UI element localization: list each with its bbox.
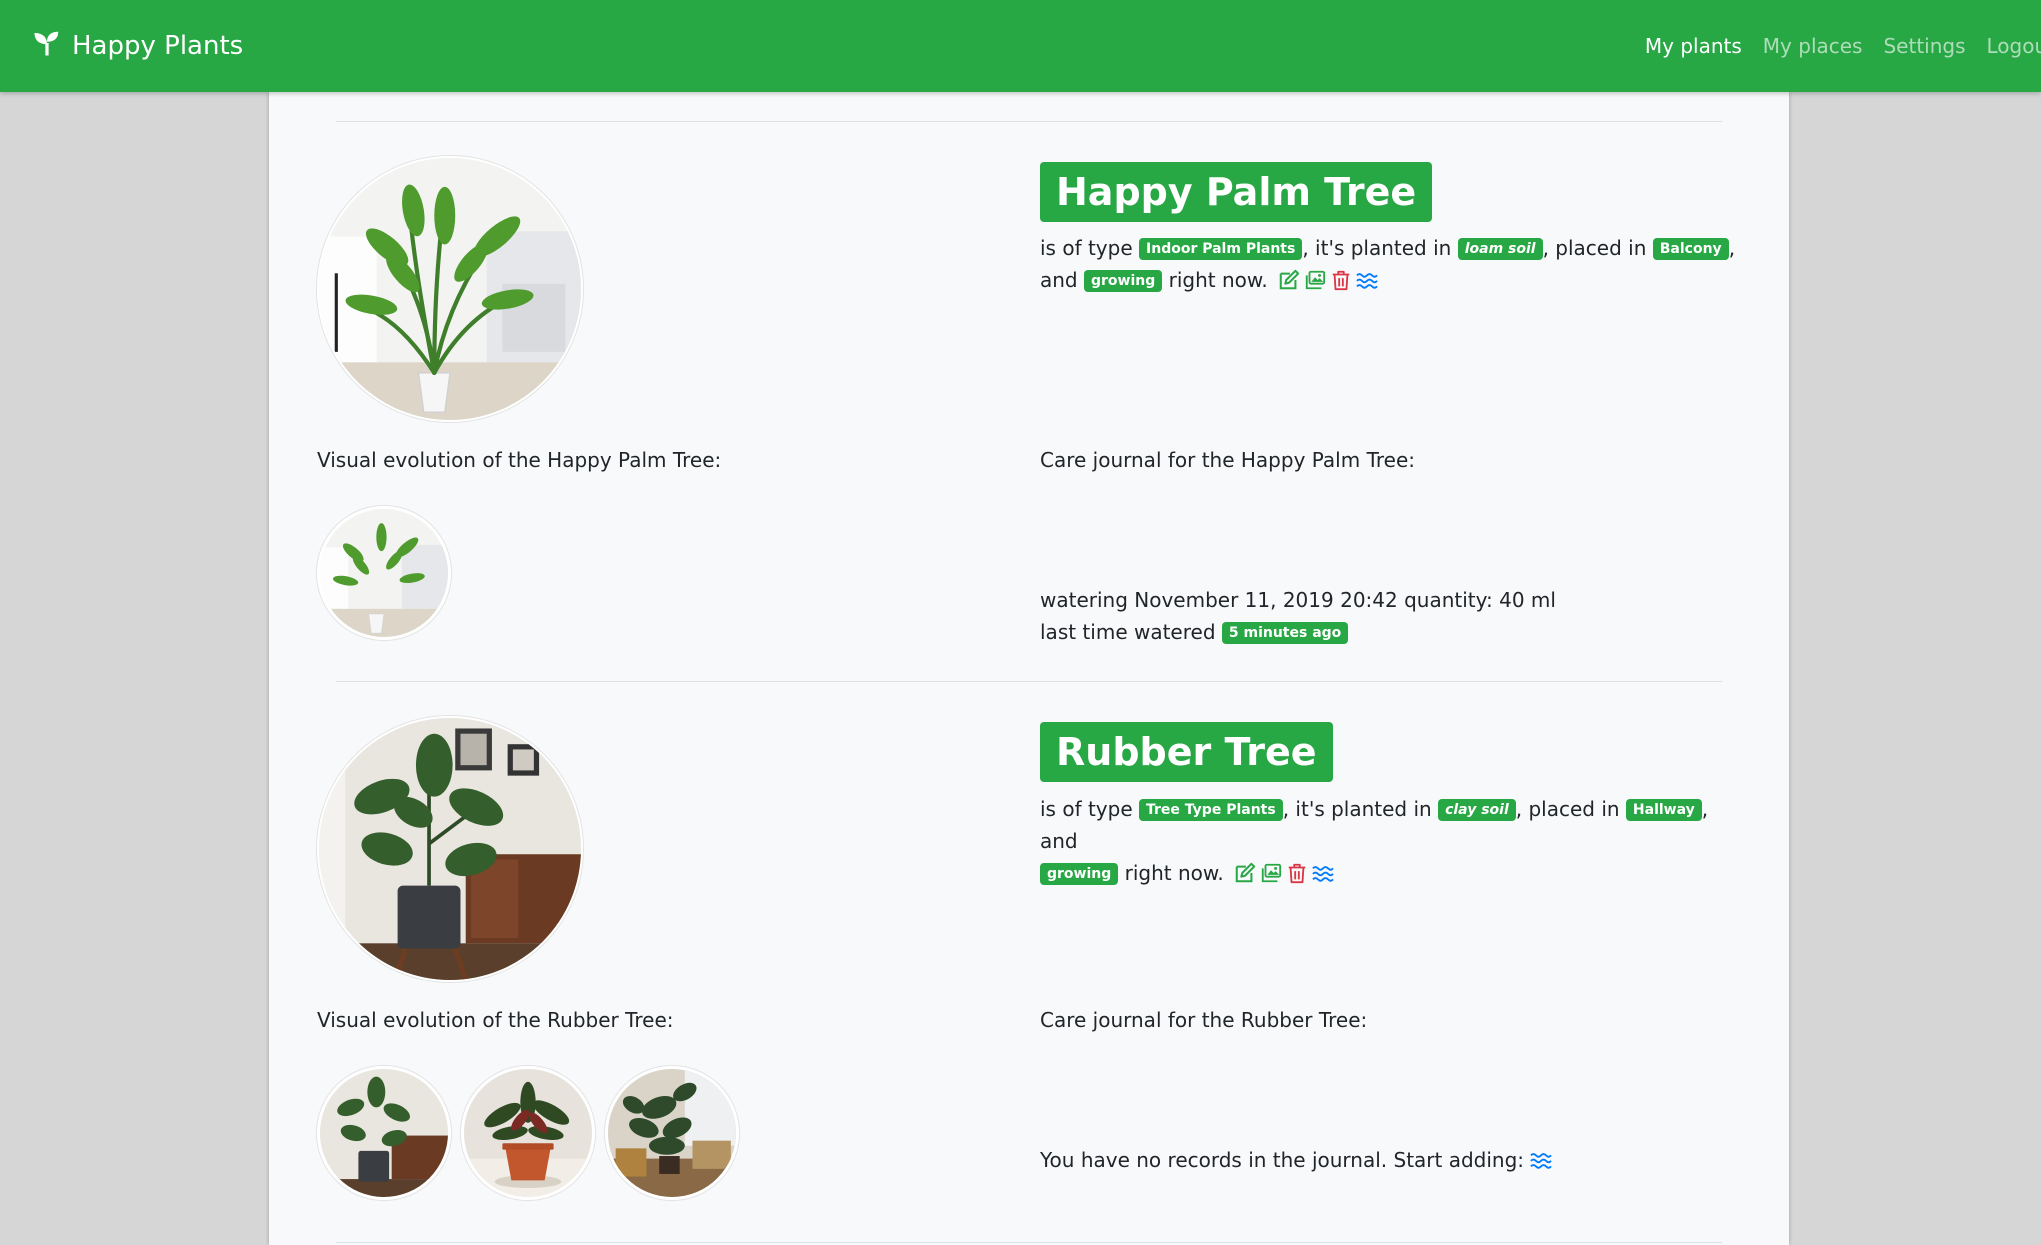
sprout-icon [32, 28, 72, 65]
soil-badge: loam soil [1457, 238, 1543, 260]
last-watered-label: last time watered [1040, 620, 1222, 644]
trash-icon[interactable] [1286, 862, 1308, 884]
journal-empty-message: You have no records in the journal. Star… [1040, 1146, 1552, 1174]
gallery-icon[interactable] [1304, 269, 1326, 291]
brand-link[interactable]: Happy Plants [32, 26, 243, 66]
last-watered-badge: 5 minutes ago [1221, 622, 1349, 644]
desc-text: is of type [1040, 236, 1140, 260]
desc-text: , [1728, 236, 1736, 260]
desc-text: right now. [1118, 861, 1224, 885]
place-badge: Balcony [1652, 238, 1729, 260]
plant-description: is of type Indoor Palm Plants, it's plan… [1040, 232, 1740, 296]
nav-settings[interactable]: Settings [1883, 34, 1965, 58]
last-watered: last time watered 5 minutes ago [1040, 618, 1349, 646]
desc-text: right now. [1162, 268, 1268, 292]
evolution-thumbnail[interactable] [317, 1066, 451, 1200]
navbar: Happy Plants My plants My places Setting… [0, 0, 2041, 92]
plant-description: is of type Tree Type Plants, it's plante… [1040, 793, 1740, 889]
journal-label: Care journal for the Rubber Tree: [1040, 1008, 1368, 1032]
divider [336, 121, 1722, 122]
plant-type-badge: Indoor Palm Plants [1139, 238, 1303, 260]
desc-text: is of type [1040, 797, 1140, 821]
divider [336, 681, 1722, 682]
evolution-thumbnail[interactable] [461, 1066, 595, 1200]
plant-type-badge: Tree Type Plants [1139, 799, 1283, 821]
trash-icon[interactable] [1330, 269, 1352, 291]
desc-text: , placed in [1542, 236, 1653, 260]
journal-entry: watering November 11, 2019 20:42 quantit… [1040, 588, 1556, 612]
gallery-icon[interactable] [1260, 862, 1282, 884]
evolution-label: Visual evolution of the Happy Palm Tree: [317, 448, 722, 472]
evolution-label: Visual evolution of the Rubber Tree: [317, 1008, 674, 1032]
plant-name: Rubber Tree [1040, 722, 1333, 782]
plant-photo-rubber-tree [317, 716, 583, 982]
divider [336, 1242, 1722, 1243]
water-icon[interactable] [1530, 1149, 1552, 1171]
journal-label: Care journal for the Happy Palm Tree: [1040, 448, 1415, 472]
edit-icon[interactable] [1278, 269, 1300, 291]
water-icon[interactable] [1356, 269, 1378, 291]
place-badge: Hallway [1625, 799, 1702, 821]
nav-links: My plants My places Settings Logout [1624, 0, 2041, 92]
desc-text: , it's planted in [1282, 797, 1439, 821]
soil-badge: clay soil [1438, 799, 1516, 821]
journal-empty-text: You have no records in the journal. Star… [1040, 1148, 1531, 1172]
water-icon[interactable] [1312, 862, 1334, 884]
status-badge: growing [1083, 270, 1163, 292]
edit-icon[interactable] [1234, 862, 1256, 884]
desc-text: , placed in [1515, 797, 1626, 821]
evolution-thumbnail[interactable] [317, 506, 451, 640]
brand-name: Happy Plants [72, 31, 244, 61]
nav-my-plants[interactable]: My plants [1645, 34, 1742, 58]
status-badge: growing [1040, 863, 1119, 885]
plant-name: Happy Palm Tree [1040, 162, 1433, 222]
desc-text: and [1040, 268, 1084, 292]
nav-my-places[interactable]: My places [1763, 34, 1863, 58]
desc-text: , it's planted in [1302, 236, 1458, 260]
plant-photo-happy-palm-tree [317, 156, 583, 422]
plants-container: Happy Palm Tree is of type Indoor Palm P… [269, 92, 1789, 1245]
evolution-thumbnail[interactable] [605, 1066, 739, 1200]
nav-logout[interactable]: Logout [1987, 34, 2041, 58]
